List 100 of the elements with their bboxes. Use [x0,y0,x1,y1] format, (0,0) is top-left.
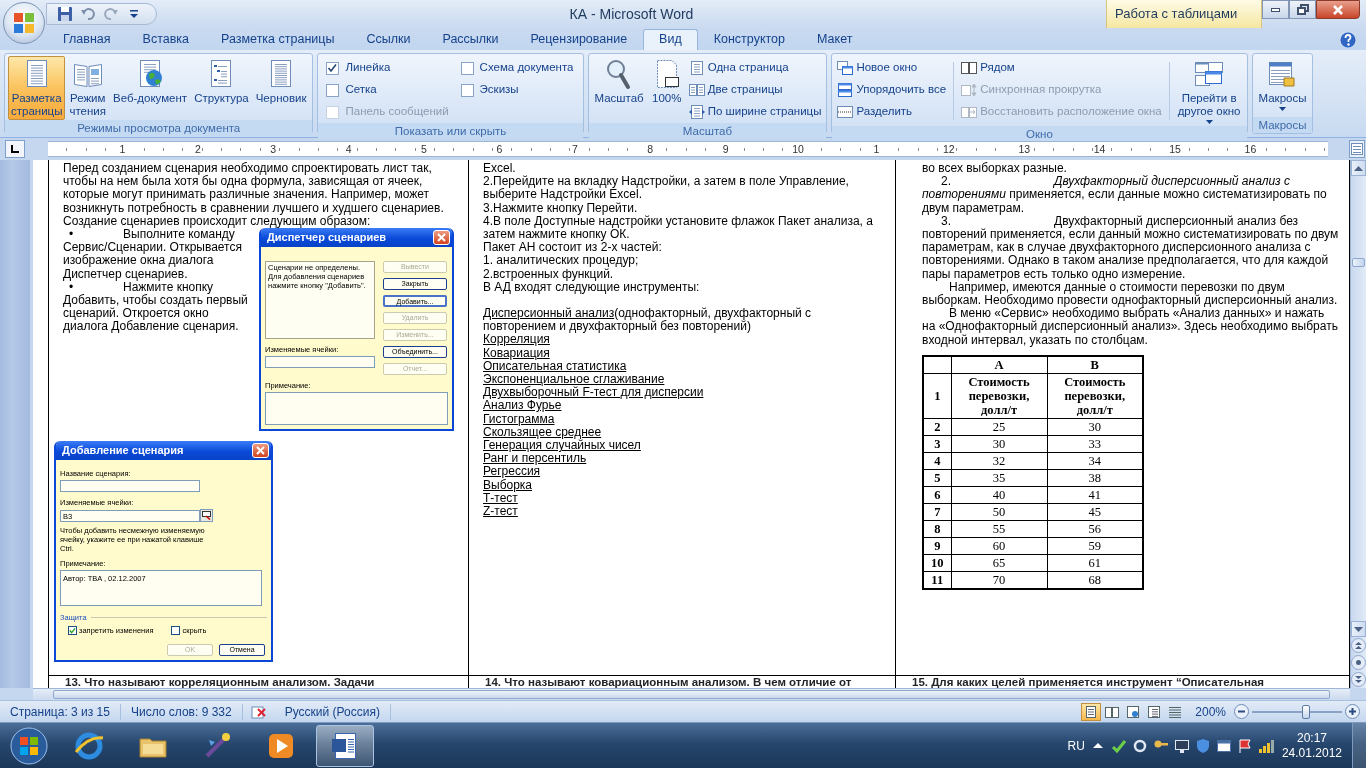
horizontal-scrollbar[interactable] [33,688,1350,700]
ribbon-button[interactable]: Упорядочить все [835,79,949,101]
ribbon-tab[interactable]: Вид [643,29,698,50]
minus-icon [1234,704,1249,719]
ribbon-button[interactable]: Новое окно [835,57,949,79]
tab-selector-button[interactable] [5,140,25,158]
checkbox-label[interactable]: Линейка [345,59,391,77]
checkbox[interactable] [460,61,474,75]
ribbon-button[interactable]: Разделить [835,101,949,123]
ribbon-button[interactable]: Веб-документ [109,56,191,120]
ribbon-tab[interactable]: Макет [801,29,869,50]
ribbon-button[interactable]: Черновик [252,56,310,120]
checkbox[interactable] [171,626,181,635]
link[interactable]: Ранг и персентиль [483,451,587,466]
ribbon-tab[interactable]: Рассылки [426,29,515,50]
ribbon-button[interactable]: Структура [191,56,252,120]
list-item: 2. Двухфакторный дисперсионный анализ с повторениями применяется, если данные можно систематизировать по двум параметрам. [922,175,1328,215]
checkbox-label[interactable]: Схема документа [479,59,574,77]
paragraph: 2.Перейдите на вкладку Надстройки, а затем в поле Управление, выберите Надстройки Excel. [483,175,850,202]
ribbon-button[interactable]: Разметка страницы [8,56,66,120]
ribbon-button[interactable]: Одна страница [686,57,824,79]
range-picker-button[interactable] [200,509,213,522]
ribbon-tab[interactable]: Ссылки [350,29,427,50]
ruler-icon [1351,143,1363,155]
status-text[interactable]: Число слов: 9 332 [120,703,243,720]
ribbon-tab[interactable]: Вставка [126,29,206,50]
redo-icon [103,6,119,22]
help-icon [1340,32,1356,48]
lines-icon [1168,704,1183,719]
minimize-button[interactable] [1262,0,1289,19]
browse-object-button[interactable] [1351,655,1366,670]
save-button[interactable] [55,6,75,22]
link[interactable]: Гистограмма [483,411,555,426]
link[interactable]: Анализ Фурье [483,398,562,413]
checkbox[interactable] [326,61,340,75]
link[interactable]: Двухвыборочный F-тест для дисперсии [483,385,704,400]
checkbox[interactable] [326,83,340,97]
view-button[interactable] [1081,702,1102,721]
clock-date[interactable]: 24.01.2012 [1281,745,1342,761]
link[interactable]: Экспоненциальное сглаживание [483,372,665,387]
tray-icon[interactable] [1215,737,1232,754]
vertical-scrollbar[interactable] [1350,160,1366,688]
ribbon-button[interactable]: Две страницы [686,79,824,101]
input-field[interactable] [60,480,200,492]
checkbox-label[interactable]: Сетка [345,81,377,99]
tray-icon[interactable] [1110,737,1127,754]
link[interactable]: Z-тест [483,504,518,519]
undo-button[interactable] [78,6,98,22]
tray-icon[interactable] [1236,737,1253,754]
ribbon-button[interactable]: Режим чтения [66,56,109,120]
ribbon-tab[interactable]: Разметка страницы [205,29,351,50]
next-page-button[interactable] [1351,672,1366,687]
input-field[interactable] [265,392,448,425]
restore-button[interactable] [1289,0,1316,19]
checkbox[interactable] [460,83,474,97]
tray-icon[interactable] [1257,737,1274,754]
close-button[interactable] [1316,0,1360,19]
link[interactable]: Регрессия [483,464,541,479]
ruler-number: 14 [1092,143,1107,155]
link[interactable]: Корреляция [483,332,550,347]
checkbox-label[interactable]: Эскизы [479,81,519,99]
table-cell: 60 [951,537,1047,555]
link[interactable]: Дисперсионный анализ [483,306,615,321]
ribbon-button[interactable]: Масштаб [591,56,647,123]
ribbon-button[interactable]: По ширине страницы [686,101,824,123]
scroll-up-button[interactable] [1351,160,1366,176]
table-cell: 32 [951,452,1047,470]
table-cell: 35 [951,469,1047,487]
ribbon-button[interactable]: Рядом [959,57,1164,79]
tray-icon[interactable] [1173,737,1190,754]
slider-thumb[interactable] [1302,704,1310,719]
range-picker-icon [202,511,211,520]
language-indicator[interactable]: RU [1067,736,1085,755]
ribbon-tab[interactable]: Главная [47,29,127,50]
taskbar-button[interactable] [316,724,374,767]
help-button[interactable] [1340,32,1356,48]
office-button[interactable] [3,2,45,44]
paragraph: 4.В поле Доступные надстройки установите флажок Пакет анализа, а затем нажмите кнопку ОК. [483,214,874,241]
scroll-down-button[interactable] [1351,621,1366,637]
scrollbar-thumb[interactable] [1352,258,1365,267]
link[interactable]: Ковариация [483,345,550,360]
clock-time[interactable]: 20:17 [1296,730,1327,746]
ribbon-button[interactable]: 100% [647,56,686,123]
link[interactable]: Генерация случайных чисел [483,438,641,453]
zoom-out-button[interactable] [1234,704,1249,719]
ruler-toggle-button[interactable] [1349,140,1365,158]
ribbon-button[interactable]: Перейти в другое окно [1174,56,1244,126]
ribbon-tab[interactable]: Конструктор [697,29,801,50]
ribbon-button[interactable]: Макросы [1255,56,1310,117]
tray-icon[interactable] [1131,737,1148,754]
input-field[interactable] [265,356,375,368]
previous-page-button[interactable] [1351,638,1366,653]
zoom-level-text[interactable]: 200% [1195,702,1226,721]
status-text[interactable]: Русский (Россия) [274,703,391,720]
checkbox[interactable] [68,626,77,635]
link[interactable]: Выборка [483,477,533,492]
status-text[interactable]: Страница: 3 из 15 [0,703,121,720]
zoom-in-button[interactable] [1345,704,1360,719]
ribbon-tab[interactable]: Рецензирование [514,29,644,50]
scrollbar-thumb[interactable] [53,690,1330,699]
